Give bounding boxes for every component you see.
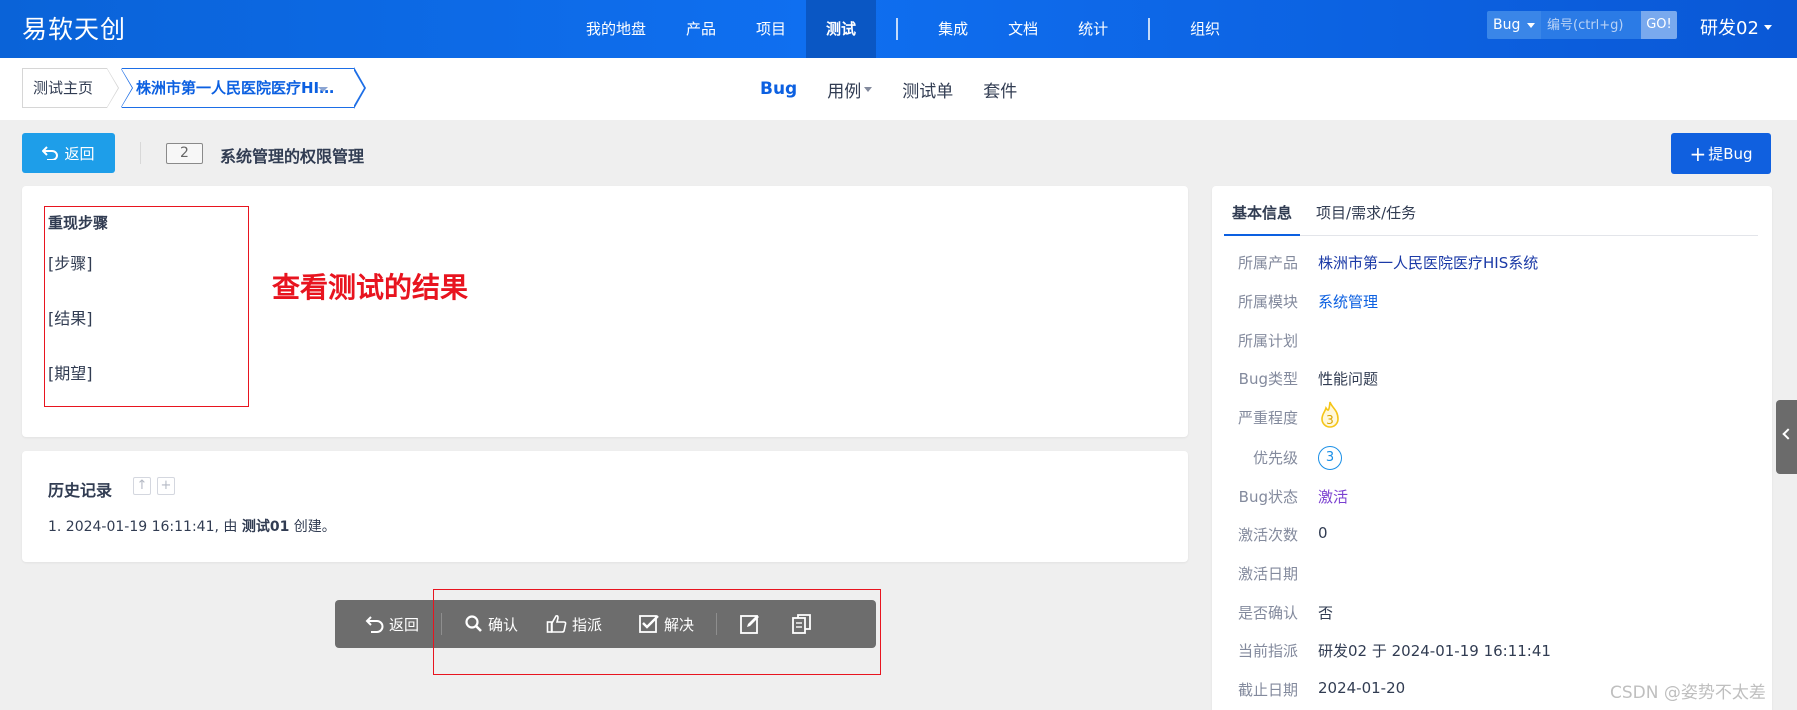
search-input[interactable] [1541, 11, 1641, 39]
nav-divider [896, 18, 899, 40]
field-value-type: 性能问题 [1318, 370, 1379, 388]
field-label-activated-date: 激活日期 [1237, 565, 1298, 583]
field-label-status: Bug状态 [1238, 488, 1298, 506]
step-line-result: [结果] [48, 309, 93, 328]
user-name: 研发02 [1700, 18, 1759, 39]
top-navbar: 易软天创 我的地盘 产品 项目 测试 集成 文档 统计 组织 Bug GO! 研… [0, 0, 1797, 58]
history-entry: 1. 2024-01-19 16:11:41, 由 测试01 创建。 [48, 516, 336, 536]
highlight-box-actions [433, 589, 881, 675]
nav-divider [1148, 18, 1151, 40]
main-nav: 我的地盘 产品 项目 测试 集成 文档 统计 组织 [566, 0, 1240, 58]
tab-case[interactable]: 用例 [827, 77, 873, 102]
search-type-select[interactable]: Bug [1487, 11, 1541, 39]
chevron-down-icon [1527, 23, 1535, 28]
history-entry-suffix: 创建。 [289, 519, 336, 535]
sidebar-collapse-toggle[interactable] [1776, 400, 1797, 474]
tab-basic-info[interactable]: 基本信息 [1224, 196, 1301, 236]
back-button[interactable]: 返回 [22, 133, 115, 173]
tab-project-story-task[interactable]: 项目/需求/任务 [1308, 196, 1424, 236]
nav-item-doc[interactable]: 文档 [988, 0, 1058, 58]
user-menu[interactable]: 研发02 [1700, 14, 1772, 40]
brand-logo[interactable]: 易软天创 [22, 10, 126, 46]
nav-item-stats[interactable]: 统计 [1058, 0, 1128, 58]
sort-up-icon[interactable]: ↑ [133, 477, 151, 495]
history-heading: 历史记录 [48, 481, 113, 500]
field-label-deadline: 截止日期 [1237, 681, 1298, 699]
field-label-plan: 所属计划 [1237, 332, 1298, 350]
step-line-steps: [步骤] [48, 254, 93, 273]
undo-icon [365, 616, 384, 633]
nav-item-product[interactable]: 产品 [666, 0, 736, 58]
breadcrumb-product-label: 株洲市第一人民医院医疗HIS系统 [136, 79, 336, 97]
plus-icon: + [1689, 141, 1707, 166]
search-go-button[interactable]: GO! [1641, 11, 1677, 39]
nav-item-integration[interactable]: 集成 [918, 0, 988, 58]
search-type-label: Bug [1493, 17, 1521, 33]
create-bug-button[interactable]: + 提Bug [1671, 133, 1771, 174]
tab-suite[interactable]: 套件 [983, 77, 1017, 102]
title-divider [140, 142, 141, 164]
chevron-down-icon [318, 87, 328, 92]
field-value-activated-count: 0 [1318, 524, 1328, 542]
history-panel [22, 451, 1188, 562]
undo-icon [42, 146, 59, 160]
nav-item-org[interactable]: 组织 [1170, 0, 1240, 58]
tab-bug[interactable]: Bug [760, 79, 797, 99]
field-value-product[interactable]: 株洲市第一人民医院医疗HIS系统 [1318, 252, 1538, 273]
field-value-deadline: 2024-01-20 [1318, 679, 1406, 697]
field-value-status: 激活 [1318, 488, 1349, 506]
severity-value: 3 [1326, 413, 1334, 427]
action-back-label: 返回 [389, 615, 420, 634]
field-label-module: 所属模块 [1237, 293, 1298, 311]
severity-flame-icon: 3 [1316, 400, 1344, 432]
chevron-left-icon [1782, 428, 1794, 440]
field-label-product: 所属产品 [1237, 254, 1298, 272]
create-bug-label: 提Bug [1708, 145, 1753, 163]
tab-testtask-label: 测试单 [902, 81, 954, 102]
expand-plus-icon[interactable]: + [157, 477, 175, 495]
step-line-expect: [期望] [48, 364, 93, 383]
nav-item-test[interactable]: 测试 [806, 0, 877, 58]
chevron-down-icon [1763, 24, 1772, 30]
tab-bug-label: Bug [760, 79, 798, 99]
history-entry-prefix: 1. 2024-01-19 16:11:41, 由 [48, 519, 242, 535]
breadcrumb-test-home[interactable]: 测试主页 [22, 68, 120, 108]
field-label-confirmed: 是否确认 [1237, 604, 1298, 622]
bug-id-badge: 2 [166, 143, 203, 164]
breadcrumb-arrow-fill [353, 69, 364, 107]
chevron-down-icon [864, 86, 873, 92]
search-box: Bug GO! [1487, 11, 1677, 39]
annotation-text: 查看测试的结果 [272, 271, 469, 304]
tab-case-label: 用例 [827, 81, 862, 102]
field-label-severity: 严重程度 [1237, 409, 1298, 427]
steps-heading: 重现步骤 [48, 214, 109, 232]
back-button-label: 返回 [64, 144, 95, 163]
sub-tabs: Bug 用例 测试单 套件 [760, 58, 1047, 120]
breadcrumb-product-select[interactable]: 株洲市第一人民医院医疗HIS系统 [121, 68, 354, 108]
priority-badge: 3 [1318, 446, 1342, 470]
tab-testtask[interactable]: 测试单 [902, 77, 953, 102]
field-value-assigned-to: 研发02 于 2024-01-19 16:11:41 [1318, 642, 1551, 660]
action-back-button[interactable]: 返回 [365, 600, 419, 648]
page-title: 系统管理的权限管理 [220, 147, 365, 166]
nav-item-project[interactable]: 项目 [736, 0, 806, 58]
sub-navbar: 测试主页 株洲市第一人民医院医疗HIS系统 Bug 用例 测试单 套件 [0, 58, 1797, 120]
history-entry-actor: 测试01 [241, 519, 290, 535]
field-label-assigned-to: 当前指派 [1237, 642, 1298, 660]
field-value-module[interactable]: 系统管理 [1318, 291, 1378, 312]
side-tabs: 基本信息 项目/需求/任务 [1224, 196, 1758, 236]
tab-suite-label: 套件 [983, 81, 1018, 102]
field-label-priority: 优先级 [1252, 449, 1298, 467]
nav-item-my[interactable]: 我的地盘 [566, 0, 666, 58]
field-value-confirmed: 否 [1318, 604, 1334, 622]
watermark: CSDN @姿势不太差 [1610, 683, 1766, 703]
field-label-type: Bug类型 [1238, 370, 1298, 388]
field-label-activated-count: 激活次数 [1237, 526, 1298, 544]
